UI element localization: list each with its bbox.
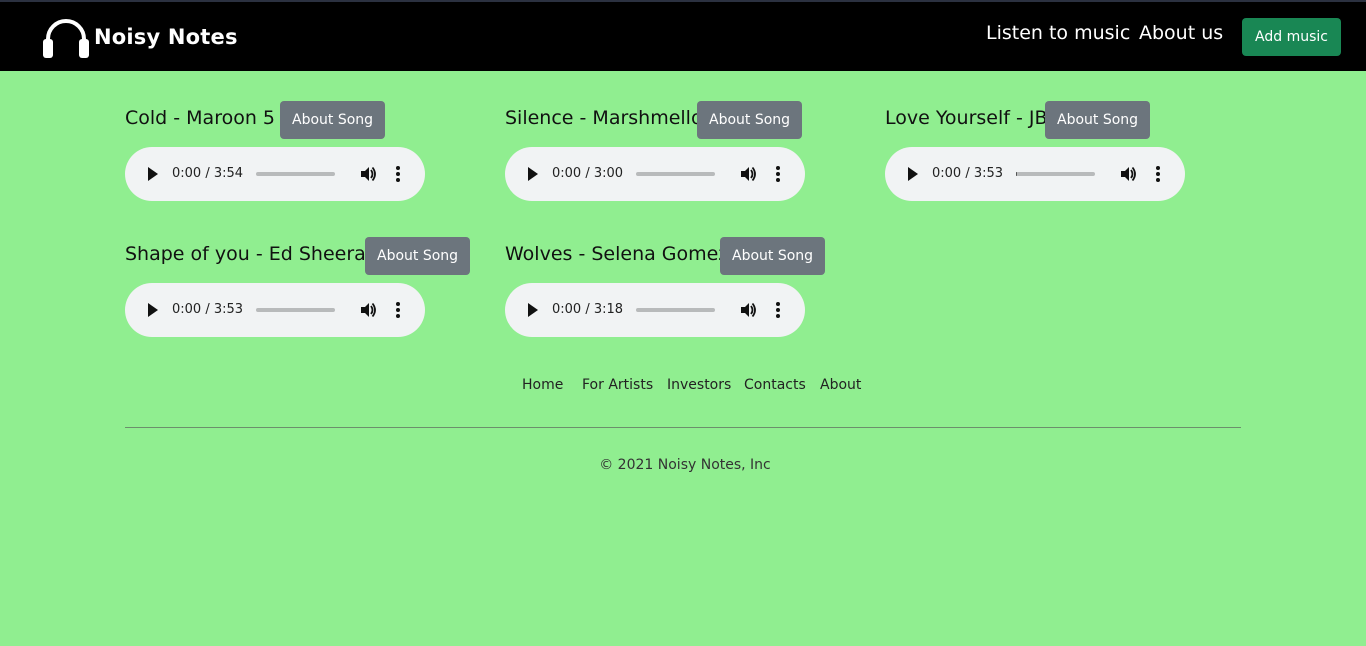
audio-player: 0:00 / 3:53	[125, 283, 425, 337]
audio-progress-bar[interactable]	[636, 308, 715, 312]
audio-progress-bar[interactable]	[1016, 172, 1095, 176]
nav-about-us[interactable]: About us	[1139, 22, 1223, 44]
footer-link-home[interactable]: Home	[522, 377, 563, 393]
more-vertical-icon[interactable]	[775, 301, 781, 319]
audio-time: 0:00 / 3:53	[932, 166, 1004, 181]
audio-progress-bar[interactable]	[256, 308, 335, 312]
footer-link-about[interactable]: About	[820, 377, 861, 393]
footer-link-investors[interactable]: Investors	[667, 377, 731, 393]
song-title: Wolves - Selena Gomez	[505, 243, 729, 265]
brand-logo-link[interactable]: Noisy Notes	[41, 14, 238, 60]
about-song-button[interactable]: About Song	[280, 101, 386, 139]
audio-player: 0:00 / 3:53	[885, 147, 1185, 201]
song-title: Cold - Maroon 5	[125, 107, 276, 129]
audio-player: 0:00 / 3:54	[125, 147, 425, 201]
play-icon[interactable]	[526, 166, 540, 182]
about-song-button[interactable]: About Song	[365, 237, 471, 275]
about-song-button[interactable]: About Song	[720, 237, 826, 275]
audio-time: 0:00 / 3:54	[172, 166, 244, 181]
song-title: Love Yourself - JB	[885, 107, 1048, 129]
audio-time: 0:00 / 3:53	[172, 302, 244, 317]
headphones-icon	[43, 19, 89, 58]
brand-name: Noisy Notes	[94, 25, 238, 49]
more-vertical-icon[interactable]	[775, 165, 781, 183]
volume-icon[interactable]	[359, 301, 377, 319]
footer-divider	[125, 427, 1241, 428]
volume-icon[interactable]	[1119, 165, 1137, 183]
about-song-button[interactable]: About Song	[1045, 101, 1151, 139]
audio-time: 0:00 / 3:00	[552, 166, 624, 181]
song-title: Shape of you - Ed Sheeran	[125, 243, 378, 265]
copyright: © 2021 Noisy Notes, Inc	[0, 457, 1366, 473]
audio-progress-fill	[1016, 172, 1017, 176]
play-icon[interactable]	[146, 302, 160, 318]
audio-progress-bar[interactable]	[256, 172, 335, 176]
navbar: Noisy Notes Listen to music About us Add…	[0, 0, 1366, 71]
more-vertical-icon[interactable]	[395, 301, 401, 319]
audio-player: 0:00 / 3:18	[505, 283, 805, 337]
audio-progress-bar[interactable]	[636, 172, 715, 176]
copyright-text: © 2021 Noisy Notes, Inc	[599, 457, 771, 473]
about-song-button[interactable]: About Song	[697, 101, 803, 139]
volume-icon[interactable]	[359, 165, 377, 183]
footer-link-for-artists[interactable]: For Artists	[582, 377, 653, 393]
add-music-button[interactable]: Add music	[1242, 18, 1341, 56]
volume-icon[interactable]	[739, 165, 757, 183]
play-icon[interactable]	[526, 302, 540, 318]
audio-time: 0:00 / 3:18	[552, 302, 624, 317]
play-icon[interactable]	[906, 166, 920, 182]
more-vertical-icon[interactable]	[1155, 165, 1161, 183]
song-title: Silence - Marshmello	[505, 107, 703, 129]
audio-player: 0:00 / 3:00	[505, 147, 805, 201]
more-vertical-icon[interactable]	[395, 165, 401, 183]
volume-icon[interactable]	[739, 301, 757, 319]
play-icon[interactable]	[146, 166, 160, 182]
footer-nav: Home For Artists Investors Contacts Abou…	[0, 377, 1366, 397]
nav-listen-to-music[interactable]: Listen to music	[986, 22, 1130, 44]
footer-link-contacts[interactable]: Contacts	[744, 377, 806, 393]
